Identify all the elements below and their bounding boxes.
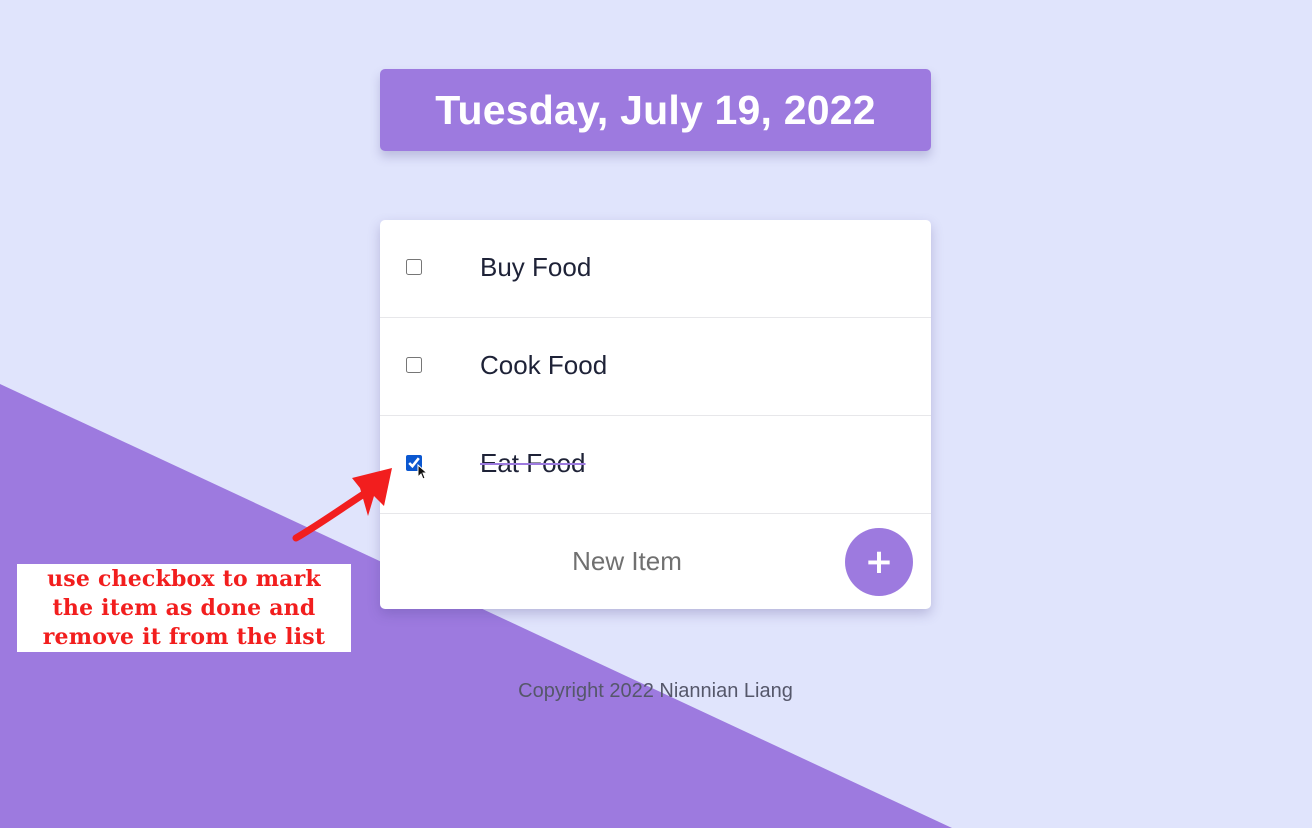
todo-item-checkbox[interactable]: [406, 259, 422, 275]
todo-item-checkbox[interactable]: [406, 357, 422, 373]
todo-list-card: Buy Food Cook Food Eat Food +: [380, 220, 931, 609]
annotation-callout: use checkbox to mark the item as done an…: [17, 564, 351, 652]
todo-item-label: Cook Food: [480, 350, 608, 380]
mouse-pointer-icon: [417, 464, 428, 480]
red-arrow-icon: [292, 468, 392, 542]
todo-item-label: Buy Food: [480, 252, 592, 282]
date-heading-box: Tuesday, July 19, 2022: [380, 69, 931, 151]
new-item-input[interactable]: [400, 540, 854, 582]
annotation-line: remove it from the list: [42, 623, 326, 650]
todo-item: Cook Food: [380, 318, 931, 416]
todo-item: Buy Food: [380, 220, 931, 318]
annotation-line: use checkbox to mark: [47, 565, 321, 592]
annotation-text: use checkbox to mark the item as done an…: [43, 565, 326, 652]
copyright-footer: Copyright 2022 Niannian Liang: [518, 680, 793, 702]
todo-item: Eat Food: [380, 416, 931, 514]
annotation-line: the item as done and: [52, 594, 316, 621]
todo-item-label-done: Eat Food: [480, 448, 586, 478]
date-heading: Tuesday, July 19, 2022: [435, 86, 876, 133]
add-item-button[interactable]: +: [845, 528, 913, 596]
